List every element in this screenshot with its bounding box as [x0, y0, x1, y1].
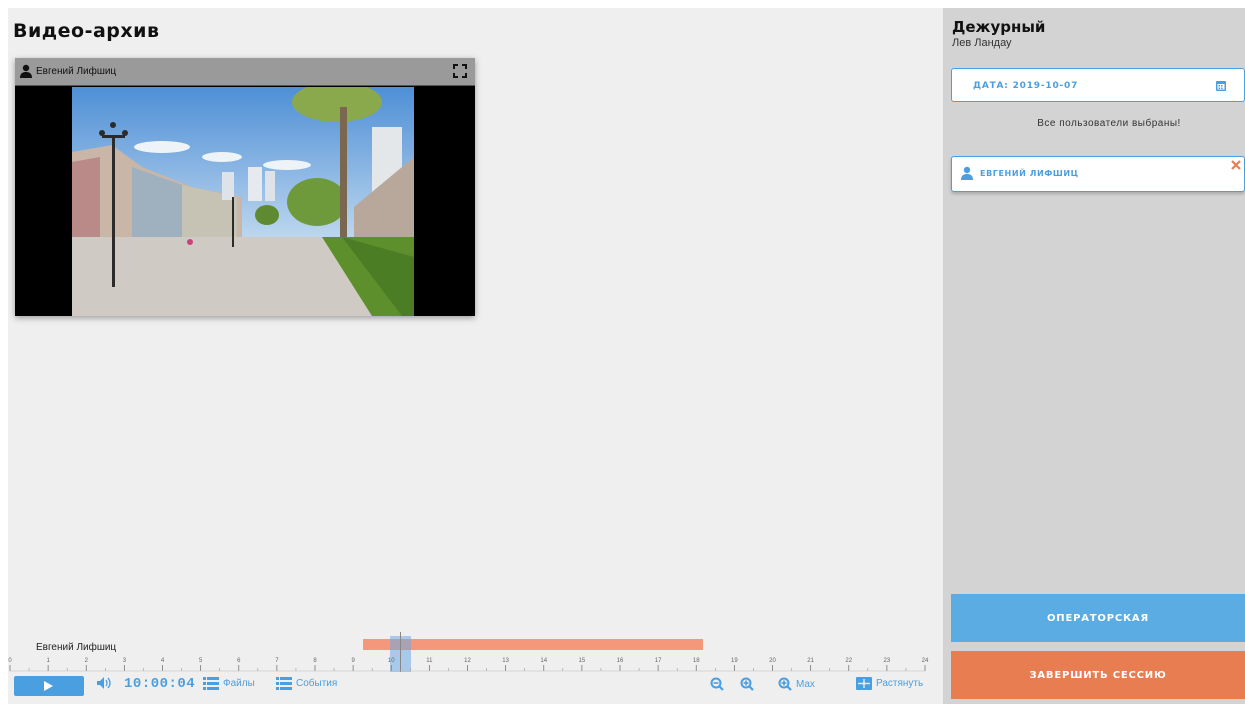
close-icon[interactable]	[1230, 159, 1242, 171]
video-header: Евгений Лифшиц	[15, 58, 475, 86]
volume-icon	[97, 677, 111, 689]
list-icon	[203, 677, 219, 690]
calendar-icon	[1216, 81, 1226, 91]
list-icon	[276, 677, 292, 690]
camera-user-name: Евгений Лифшиц	[36, 66, 117, 77]
timeline-hour-label: 21	[807, 658, 814, 664]
sidebar: Дежурный Лев Ландау ДАТА: 2019-10-07 Все…	[943, 8, 1245, 704]
fullscreen-icon[interactable]	[453, 64, 467, 78]
timeline-hour-label: 15	[579, 658, 586, 664]
date-picker[interactable]: ДАТА: 2019-10-07	[951, 68, 1245, 102]
page-title: Видео-архив	[13, 20, 160, 42]
zoom-out-icon	[710, 677, 724, 691]
timeline-hour-label: 13	[502, 658, 509, 664]
timeline-hour-label: 17	[655, 658, 662, 664]
video-tile[interactable]: Евгений Лифшиц	[15, 58, 475, 316]
play-icon	[44, 681, 53, 691]
timeline-hour-label: 4	[161, 658, 165, 664]
user-icon	[20, 64, 32, 78]
zoom-out-button[interactable]	[710, 677, 724, 691]
all-users-selected-note: Все пользователи выбраны!	[1037, 118, 1181, 129]
timeline-hour-label: 12	[464, 658, 471, 664]
timeline-hour-label: 1	[46, 658, 50, 664]
timeline-hour-label: 3	[123, 658, 127, 664]
zoom-max-button[interactable]: Max	[778, 677, 815, 691]
user-icon	[961, 166, 973, 180]
zoom-in-button[interactable]	[740, 677, 754, 691]
timeline-scale[interactable]: 0 1 2 3 4 5 6 7 8 9 10 11 12 13 14 15 16 17 18 19 20 21 22 23 24	[8, 656, 943, 678]
duty-title: Дежурный	[952, 18, 1046, 36]
timeline-hour-label: 16	[617, 658, 624, 664]
timeline-hour-label: 6	[237, 658, 241, 664]
timeline-hour-label: 10	[388, 658, 395, 664]
events-label: События	[296, 678, 338, 689]
video-frame	[72, 87, 414, 316]
timeline-hour-label: 14	[540, 658, 547, 664]
stretch-label: Растянуть	[876, 678, 924, 689]
timeline-hour-label: 22	[845, 658, 852, 664]
operator-room-button[interactable]: ОПЕРАТОРСКАЯ	[951, 594, 1245, 642]
timeline-hour-label: 19	[731, 658, 738, 664]
current-time: 10:00:04	[124, 676, 196, 692]
date-value: ДАТА: 2019-10-07	[973, 81, 1079, 91]
recorded-segment[interactable]	[363, 639, 703, 650]
events-button[interactable]: События	[276, 677, 337, 690]
timeline-hour-label: 5	[199, 658, 203, 664]
zoom-in-icon	[778, 677, 792, 691]
volume-button[interactable]	[97, 677, 113, 689]
files-button[interactable]: Файлы	[203, 677, 255, 690]
timeline-hour-label: 2	[85, 658, 89, 664]
timeline-hour-label: 9	[351, 658, 355, 664]
timeline-hour-label: 11	[426, 658, 433, 664]
stretch-button[interactable]: Растянуть	[856, 677, 923, 690]
files-label: Файлы	[223, 678, 255, 689]
duty-user-name: Лев Ландау	[952, 37, 1012, 49]
timeline-hour-label: 20	[769, 658, 776, 664]
selected-user-name: ЕВГЕНИЙ ЛИФШИЦ	[980, 169, 1079, 178]
end-session-button[interactable]: ЗАВЕРШИТЬ СЕССИЮ	[951, 651, 1245, 699]
grid-icon	[856, 677, 872, 690]
play-button[interactable]	[14, 676, 84, 696]
selected-user-item[interactable]: ЕВГЕНИЙ ЛИФШИЦ	[951, 156, 1245, 192]
timeline-hour-label: 8	[313, 658, 317, 664]
zoom-max-label: Max	[796, 678, 815, 690]
main-area: Видео-архив Евгений Лифшиц Евгений Лифши…	[8, 8, 943, 704]
timeline-hour-label: 23	[884, 658, 891, 664]
timeline-track-name: Евгений Лифшиц	[36, 642, 117, 653]
timeline-hour-label: 18	[693, 658, 700, 664]
zoom-in-icon	[740, 677, 754, 691]
timeline-hour-label: 7	[275, 658, 279, 664]
timeline-hour-label: 24	[922, 658, 929, 664]
timeline-hour-label: 0	[8, 658, 12, 664]
